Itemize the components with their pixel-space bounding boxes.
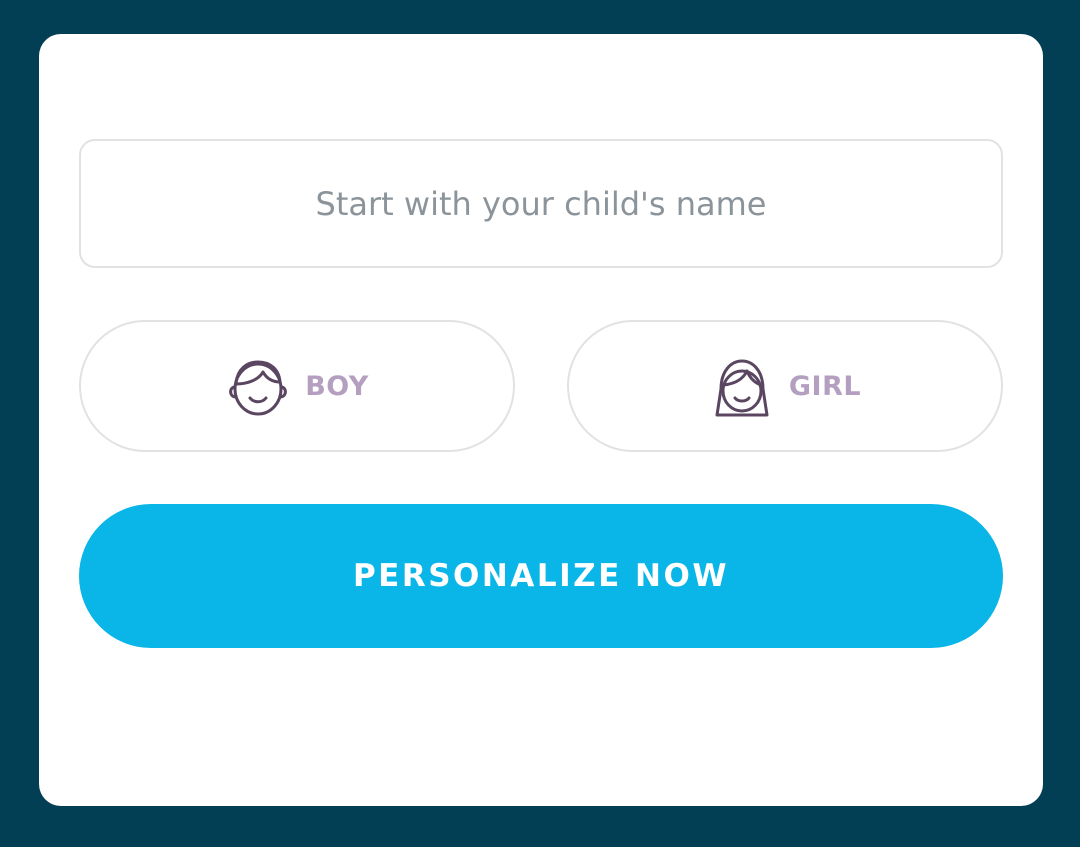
boy-option-label: BOY: [305, 370, 369, 402]
child-name-input[interactable]: [79, 139, 1003, 268]
boy-option-button[interactable]: BOY: [79, 320, 515, 452]
personalize-now-button[interactable]: PERSONALIZE NOW: [79, 504, 1003, 648]
girl-option-label: GIRL: [788, 370, 862, 402]
boy-face-icon: [225, 351, 291, 421]
personalize-now-label: PERSONALIZE NOW: [352, 558, 730, 594]
personalize-card: BOY GIRL PERSONALIZE NOW: [39, 34, 1043, 806]
girl-option-button[interactable]: GIRL: [567, 320, 1003, 452]
girl-face-icon: [709, 351, 775, 421]
